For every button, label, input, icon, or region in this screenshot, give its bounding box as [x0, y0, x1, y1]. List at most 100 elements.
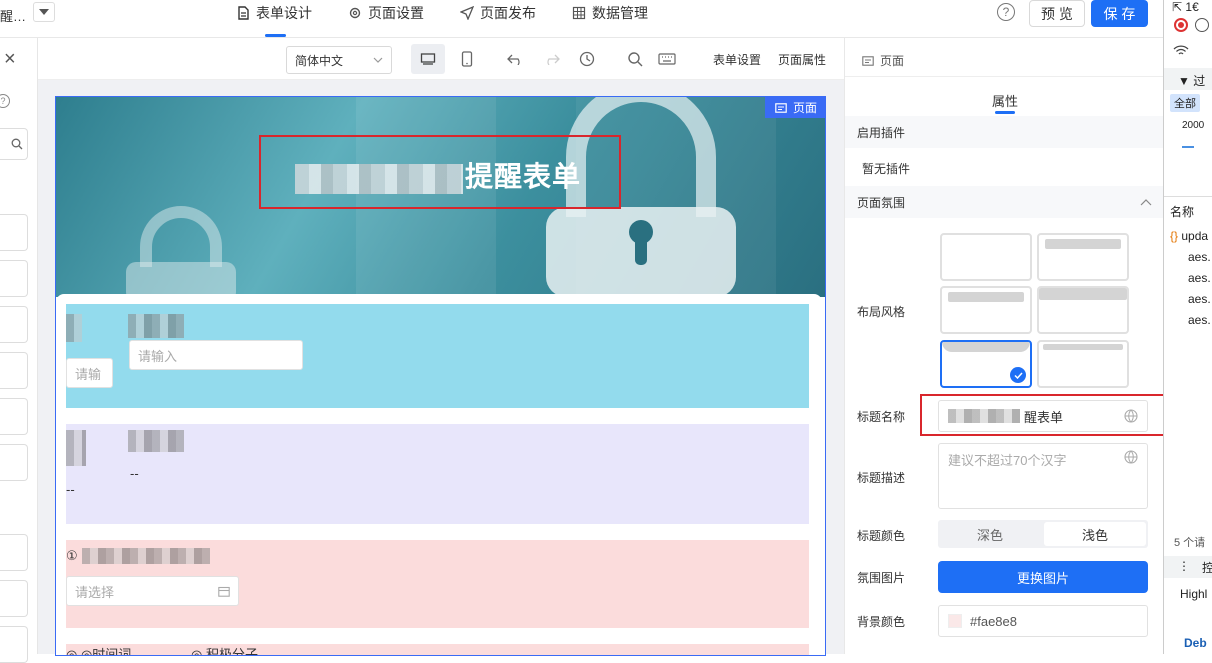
tab-data-management[interactable]: 数据管理 [572, 4, 648, 22]
form-field-block[interactable]: ◎ ◎时间词 ◎ 积极分子 [66, 644, 809, 655]
left-panel: × ? [0, 38, 38, 663]
blurred-text [128, 430, 184, 452]
divider [1164, 196, 1212, 197]
title-desc-placeholder: 建议不超过70个汉字 [948, 453, 1067, 468]
layout-option[interactable] [1037, 233, 1129, 281]
top-bar: 醒… 表单设计 页面设置 页面发布 数据管理 ? 预 览 保 存 [0, 0, 1163, 38]
record-icon[interactable] [1174, 18, 1188, 32]
redo-button[interactable] [540, 48, 562, 70]
component-item[interactable] [0, 306, 28, 343]
mobile-view-button[interactable] [456, 48, 478, 70]
blurred-text [82, 548, 210, 564]
page-props-link[interactable]: 页面属性 [778, 51, 826, 68]
undo-button[interactable] [505, 48, 527, 70]
wifi-icon [1173, 45, 1189, 55]
keyboard-button[interactable] [656, 48, 678, 70]
request-row[interactable]: aes. [1188, 250, 1212, 264]
search-box[interactable] [0, 128, 28, 160]
timeline-label: 2000 [1182, 120, 1205, 131]
title-desc-textarea[interactable]: 建议不超过70个汉字 [938, 443, 1148, 509]
devtools-panel: ⇱ 1€ ▼ 过 全部 2000 名称 {} upda aes. aes. ae… [1163, 0, 1212, 654]
request-name: upda [1181, 229, 1209, 243]
debug-label[interactable]: Deb [1184, 636, 1212, 650]
help-icon[interactable]: ? [997, 3, 1015, 21]
form-card: 请输入 请输 -- -- ① 请选择 ◎ ◎时间词 ◎ 积极分子 [56, 294, 822, 655]
page-preview[interactable]: 页面 提醒表单 请输入 请输 -- -- ① 请选择 ◎ ◎时间词 ◎ 积极分子 [55, 96, 826, 656]
inspect-icon[interactable]: ⇱ 1€ [1172, 0, 1212, 14]
tab-form-design[interactable]: 表单设计 [236, 4, 312, 22]
component-item[interactable] [0, 260, 28, 297]
redo-icon [547, 54, 560, 65]
component-item[interactable] [0, 534, 28, 571]
check-icon [1010, 367, 1026, 383]
search-button[interactable] [624, 48, 646, 70]
title-desc-label: 标题描述 [857, 471, 906, 485]
color-dark-option[interactable]: 深色 [938, 520, 1042, 548]
tab-properties[interactable]: 属性 [992, 91, 1018, 110]
filter-label: 过 [1193, 74, 1206, 88]
page-icon [862, 55, 874, 66]
text-input[interactable]: 请输入 [129, 340, 303, 370]
layout-bar [1043, 344, 1123, 350]
form-field-block[interactable]: ① 请选择 [66, 540, 809, 628]
request-row[interactable]: aes. [1188, 313, 1212, 327]
console-tab[interactable]: 控 [1202, 559, 1212, 576]
request-row[interactable]: {} upda [1170, 229, 1212, 243]
breadcrumb-label: 页面 [880, 54, 905, 68]
undo-icon [507, 54, 520, 65]
component-item[interactable] [0, 398, 28, 435]
gear-icon [349, 7, 361, 19]
layout-bar [1045, 239, 1121, 249]
bg-color-input[interactable]: #fae8e8 [938, 605, 1148, 637]
page-tag-label: 页面 [792, 101, 817, 115]
save-button[interactable]: 保 存 [1091, 0, 1148, 27]
timeline-bar [1182, 146, 1194, 148]
editor-toolbar: 简体中文 表单设置 页面属性 [38, 38, 844, 80]
filter-icon: ▼ 过 [1178, 74, 1206, 88]
document-icon [238, 6, 249, 20]
field-prefix: ① [66, 548, 78, 563]
close-icon[interactable]: × [4, 48, 16, 71]
filter-bar[interactable]: ▼ 过 [1164, 68, 1212, 90]
layout-option[interactable] [1037, 286, 1129, 334]
name-column-header[interactable]: 名称 [1170, 203, 1212, 220]
history-button[interactable] [576, 48, 598, 70]
layout-option-selected[interactable] [940, 340, 1032, 388]
layout-option[interactable] [1037, 340, 1129, 388]
color-light-option[interactable]: 浅色 [1044, 522, 1146, 546]
clear-icon[interactable] [1195, 18, 1209, 32]
desktop-view-button[interactable] [411, 44, 445, 74]
design-canvas: 页面 提醒表单 请输入 请输 -- -- ① 请选择 ◎ ◎时间词 ◎ 积极分子 [38, 80, 844, 656]
component-item[interactable] [0, 214, 28, 251]
request-row[interactable]: aes. [1188, 292, 1212, 306]
form-field-block[interactable]: -- -- [66, 424, 809, 524]
atmosphere-header[interactable]: 页面氛围 [845, 186, 1164, 218]
tab-page-settings[interactable]: 页面设置 [348, 4, 424, 22]
caret-down-button[interactable] [33, 2, 55, 22]
component-item[interactable] [0, 580, 28, 617]
date-select[interactable]: 请选择 [66, 576, 239, 606]
component-item[interactable] [0, 352, 28, 389]
form-field-block[interactable]: 请输入 请输 [66, 304, 809, 408]
component-item[interactable] [0, 444, 28, 481]
plugins-header[interactable]: 启用插件 [845, 116, 1164, 148]
blurred-text [128, 314, 184, 338]
component-item[interactable] [0, 626, 28, 663]
mobile-icon [461, 51, 473, 67]
more-icon[interactable]: ⋮ [1178, 559, 1190, 573]
chevron-up-icon [1140, 198, 1152, 205]
change-image-button[interactable]: 更换图片 [938, 561, 1148, 593]
layout-option[interactable] [940, 233, 1032, 281]
filter-all[interactable]: 全部 [1170, 94, 1200, 112]
tab-page-publish[interactable]: 页面发布 [460, 4, 536, 22]
section-title: 启用插件 [857, 125, 906, 140]
form-settings-link[interactable]: 表单设置 [713, 51, 761, 68]
tab-label: 表单设计 [256, 5, 312, 21]
help-icon[interactable]: ? [0, 94, 10, 108]
layout-option[interactable] [940, 286, 1032, 334]
text-input[interactable]: 请输 [66, 358, 113, 388]
language-select[interactable]: 简体中文 [286, 46, 392, 74]
request-row[interactable]: aes. [1188, 271, 1212, 285]
preview-button[interactable]: 预 览 [1029, 0, 1085, 27]
layout-bar [1039, 288, 1127, 300]
